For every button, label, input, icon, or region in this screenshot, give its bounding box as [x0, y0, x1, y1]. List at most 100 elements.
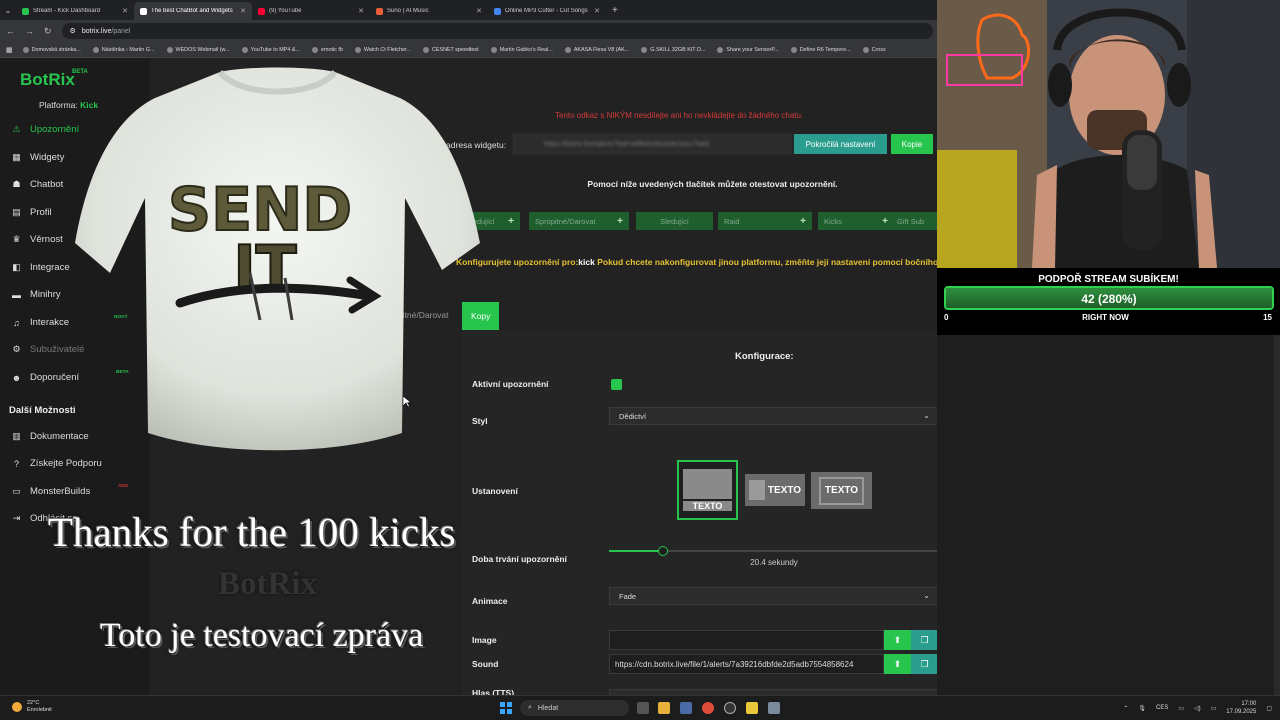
sound-gallery-button[interactable]: ❐ [911, 654, 938, 674]
back-icon[interactable]: ← [6, 26, 15, 36]
notes-icon[interactable] [746, 702, 758, 714]
sidebar-item-label: Widgety [30, 152, 65, 163]
volume-icon[interactable]: ◁) [1194, 705, 1201, 712]
sidebar-item-label: Profil [30, 207, 52, 218]
music-icon: ♫ [13, 317, 20, 328]
clock-app-icon[interactable] [724, 702, 736, 714]
bookmark-item[interactable]: AKASA Flexa V8 (AK... [564, 46, 629, 53]
animation-select[interactable]: Fade ⌄ [609, 587, 939, 605]
browser-tab[interactable]: Suno | AI Music ✕ [370, 2, 488, 20]
bookmarks-bar: ▦ Domovská stránka... Nástěnka ‹ Martin G… [0, 42, 937, 58]
bookmark-item[interactable]: Share your SensorP... [717, 46, 779, 53]
reload-icon[interactable]: ↻ [44, 26, 52, 37]
image-gallery-button[interactable]: ❐ [911, 630, 938, 650]
test-alert-button[interactable]: Sledující [636, 212, 713, 230]
sidebar-item-users[interactable]: ☻ Doporučení [11, 372, 79, 383]
bookmark-item[interactable]: Nástěnka ‹ Martin G... [92, 46, 155, 53]
site-info-icon[interactable]: ⚙ [70, 27, 76, 35]
bookmark-item[interactable]: Domovská stránka... [22, 46, 81, 53]
tab-favicon-icon [494, 7, 501, 15]
sidebar-item-robot[interactable]: ☗ Chatbot [11, 179, 63, 190]
bookmark-item[interactable]: YouTube to MP4 &... [241, 46, 300, 53]
tab-search-icon[interactable]: ⌄ [0, 0, 16, 20]
widget-url-input[interactable]: https://botrix.live/alerts?bid=a5ffa5e9a… [513, 134, 792, 154]
advanced-settings-button[interactable]: Pokročilá nastavení [794, 134, 887, 154]
forward-icon[interactable]: → [25, 26, 34, 36]
taskbar-search[interactable]: ⌕ Hledat [520, 700, 629, 716]
browser-tab[interactable]: Online MP3 Cutter - Cut Songs ✕ [488, 2, 606, 20]
tray-chevron-icon[interactable]: ⌃ [1123, 705, 1128, 712]
sidebar-item-plug[interactable]: ◧ Integrace [11, 262, 70, 273]
close-tab-icon[interactable]: ✕ [594, 7, 600, 15]
battery-icon[interactable]: ▭ [1211, 705, 1217, 712]
sidebar-item-grid[interactable]: ▦ Widgety [11, 152, 64, 163]
bookmark-label: Define R6 Tempere... [799, 46, 851, 53]
calculator-icon[interactable] [768, 702, 780, 714]
bookmark-item[interactable]: WEDOS Webmail (w... [166, 46, 230, 53]
sidebar-item-music[interactable]: ♫ Interakce [11, 317, 69, 328]
close-tab-icon[interactable]: ✕ [122, 7, 128, 15]
browser-tab[interactable]: Stream - Kick Dashboard ✕ [16, 2, 134, 20]
chrome-icon[interactable] [702, 702, 714, 714]
network-icon[interactable]: ▭ [1178, 705, 1184, 712]
microphone-icon[interactable]: 🎙 [1138, 705, 1146, 712]
browser-tab[interactable]: (9) YouTube ✕ [252, 2, 370, 20]
url-domain: botrix.live [81, 27, 112, 35]
bookmark-item[interactable]: G.SKILL 32GB KIT D... [641, 46, 705, 53]
platform-info-suffix: Pokud chcete nakonfigurovat jinou platfo… [594, 257, 971, 267]
active-alert-checkbox[interactable] [611, 379, 622, 390]
close-tab-icon[interactable]: ✕ [358, 7, 364, 15]
page-scrollbar[interactable] [1274, 335, 1280, 695]
image-url-input[interactable] [609, 630, 884, 650]
test-alert-button[interactable]: Raid + [718, 212, 812, 230]
upload-icon: ⬆ [893, 634, 902, 645]
windows-taskbar: 22°C Enrolebnit ⌕ Hledat ⌃ 🎙 CES ▭ ◁) ▭ 17… [0, 695, 1280, 720]
bookmark-item[interactable]: CESNET speedtest [422, 46, 479, 53]
duration-slider[interactable] [609, 546, 939, 556]
sidebar-item-gamepad[interactable]: ▬ Minihry [11, 289, 61, 300]
bookmark-item[interactable]: Martin Gabko's Real... [490, 46, 553, 53]
botrix-logo[interactable]: BotRix BETA [20, 69, 88, 90]
bookmark-favicon-icon [22, 46, 29, 53]
layout-option[interactable]: TEXTO [811, 472, 872, 509]
file-explorer-icon[interactable] [658, 702, 670, 714]
plus-icon: + [882, 215, 888, 227]
sidebar-item-id-card[interactable]: ▤ Profil [11, 207, 52, 218]
weather-widget[interactable]: 22°C Enrolebnit [12, 700, 52, 714]
sidebar-item-alert-circle[interactable]: ⚠ Upozornění [11, 124, 79, 135]
clock[interactable]: 17:00 17.09.2025 [1226, 700, 1256, 716]
sound-url-input[interactable]: https://cdn.botrix.live/file/1/alerts/7a… [609, 654, 884, 674]
book-icon: ▥ [12, 431, 21, 441]
weather-desc: Enrolebnit [27, 707, 52, 713]
new-tab-button[interactable]: + [606, 5, 618, 16]
bookmark-item[interactable]: Define R6 Tempere... [790, 46, 851, 53]
layout-option[interactable]: TEXTO [745, 474, 805, 506]
clock-time: 17:00 [1241, 701, 1257, 707]
language-indicator[interactable]: CES [1156, 705, 1168, 711]
style-select[interactable]: Dědictví ⌄ [609, 407, 939, 425]
bookmark-item[interactable]: Cross [862, 46, 886, 53]
sidebar-item-monitor[interactable]: ▭ MonsterBuilds [11, 486, 90, 497]
task-view-icon[interactable] [637, 702, 649, 714]
sound-upload-button[interactable]: ⬆ [884, 654, 911, 674]
bookmark-item[interactable]: Watch Ct Fletcher... [354, 46, 411, 53]
sidebar-item-label: Integrace [30, 262, 70, 273]
sidebar-item-trophy[interactable]: ♛ Věrnost [11, 234, 62, 245]
store-icon[interactable] [680, 702, 692, 714]
layout-option[interactable]: TEXTO [677, 460, 738, 520]
close-tab-icon[interactable]: ✕ [240, 7, 246, 15]
test-alert-button[interactable]: Spropitné/Darovat + [529, 212, 629, 230]
start-button[interactable] [500, 702, 512, 714]
apps-icon[interactable]: ▦ [6, 46, 13, 54]
layout-option-text: TEXTO [683, 501, 732, 511]
copy-url-button[interactable]: Kopie [891, 134, 933, 154]
test-alert-button[interactable]: Kicks + [818, 212, 894, 230]
close-tab-icon[interactable]: ✕ [476, 7, 482, 15]
bookmark-label: CESNET speedtest [431, 46, 479, 53]
image-upload-button[interactable]: ⬆ [884, 630, 911, 650]
bookmark-item[interactable]: emotic fb [311, 46, 343, 53]
tab-favicon-icon [22, 7, 29, 15]
browser-tab[interactable]: The best ChatBot and Widgets ✕ [134, 2, 252, 20]
address-bar[interactable]: ⚙ botrix.live/panel [61, 23, 933, 39]
notifications-icon[interactable]: ▢ [1266, 705, 1272, 712]
